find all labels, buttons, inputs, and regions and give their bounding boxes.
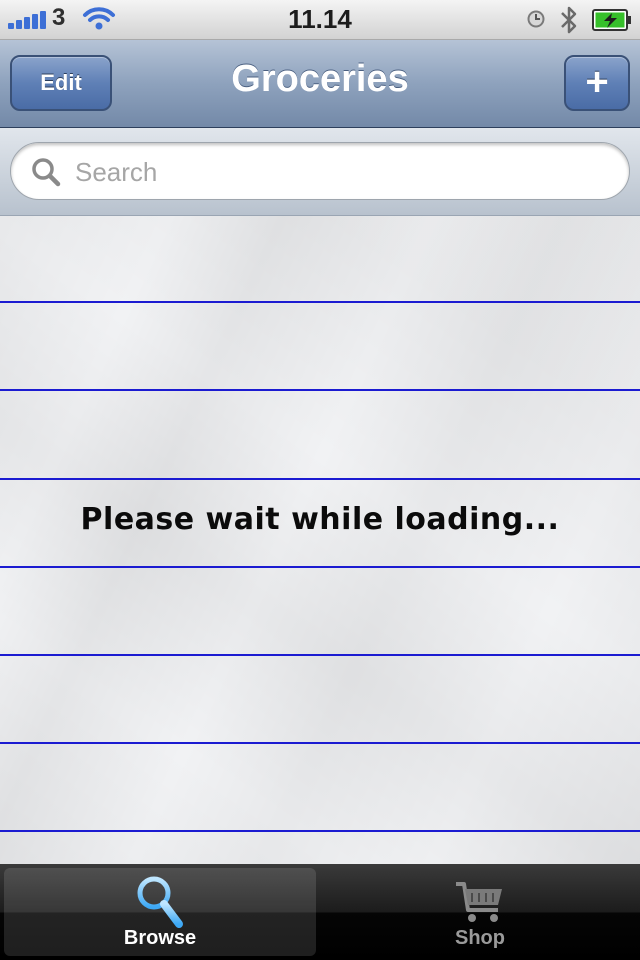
- bluetooth-icon: [561, 6, 577, 34]
- loading-message: Please wait while loading...: [80, 502, 560, 537]
- battery-charging-icon: [592, 9, 631, 31]
- ruled-line: [0, 478, 640, 480]
- tab-browse[interactable]: Browse: [4, 868, 316, 956]
- ruled-line: [0, 566, 640, 568]
- navigation-bar: Edit Groceries +: [0, 40, 640, 128]
- ruled-line: [0, 742, 640, 744]
- search-field[interactable]: [10, 142, 630, 200]
- ruled-line: [0, 654, 640, 656]
- edit-button[interactable]: Edit: [10, 55, 112, 111]
- tab-shop-label: Shop: [455, 927, 505, 949]
- ruled-line: [0, 301, 640, 303]
- page-title: Groceries: [231, 58, 409, 100]
- tab-browse-label: Browse: [123, 927, 197, 949]
- tab-bar: Browse Shop: [0, 864, 640, 960]
- ruled-line: [0, 830, 640, 832]
- add-button[interactable]: +: [564, 55, 630, 111]
- shopping-cart-icon: [456, 882, 502, 922]
- ruled-line: [0, 389, 640, 391]
- magnifier-icon: [137, 876, 183, 928]
- search-input[interactable]: [73, 153, 617, 191]
- lined-paper-list: Please wait while loading...: [0, 216, 640, 864]
- alarm-icon: [527, 10, 545, 28]
- tab-shop[interactable]: Shop: [324, 868, 636, 956]
- search-icon: [32, 158, 61, 187]
- status-bar: 3 11.14: [0, 0, 640, 40]
- search-bar: [0, 128, 640, 216]
